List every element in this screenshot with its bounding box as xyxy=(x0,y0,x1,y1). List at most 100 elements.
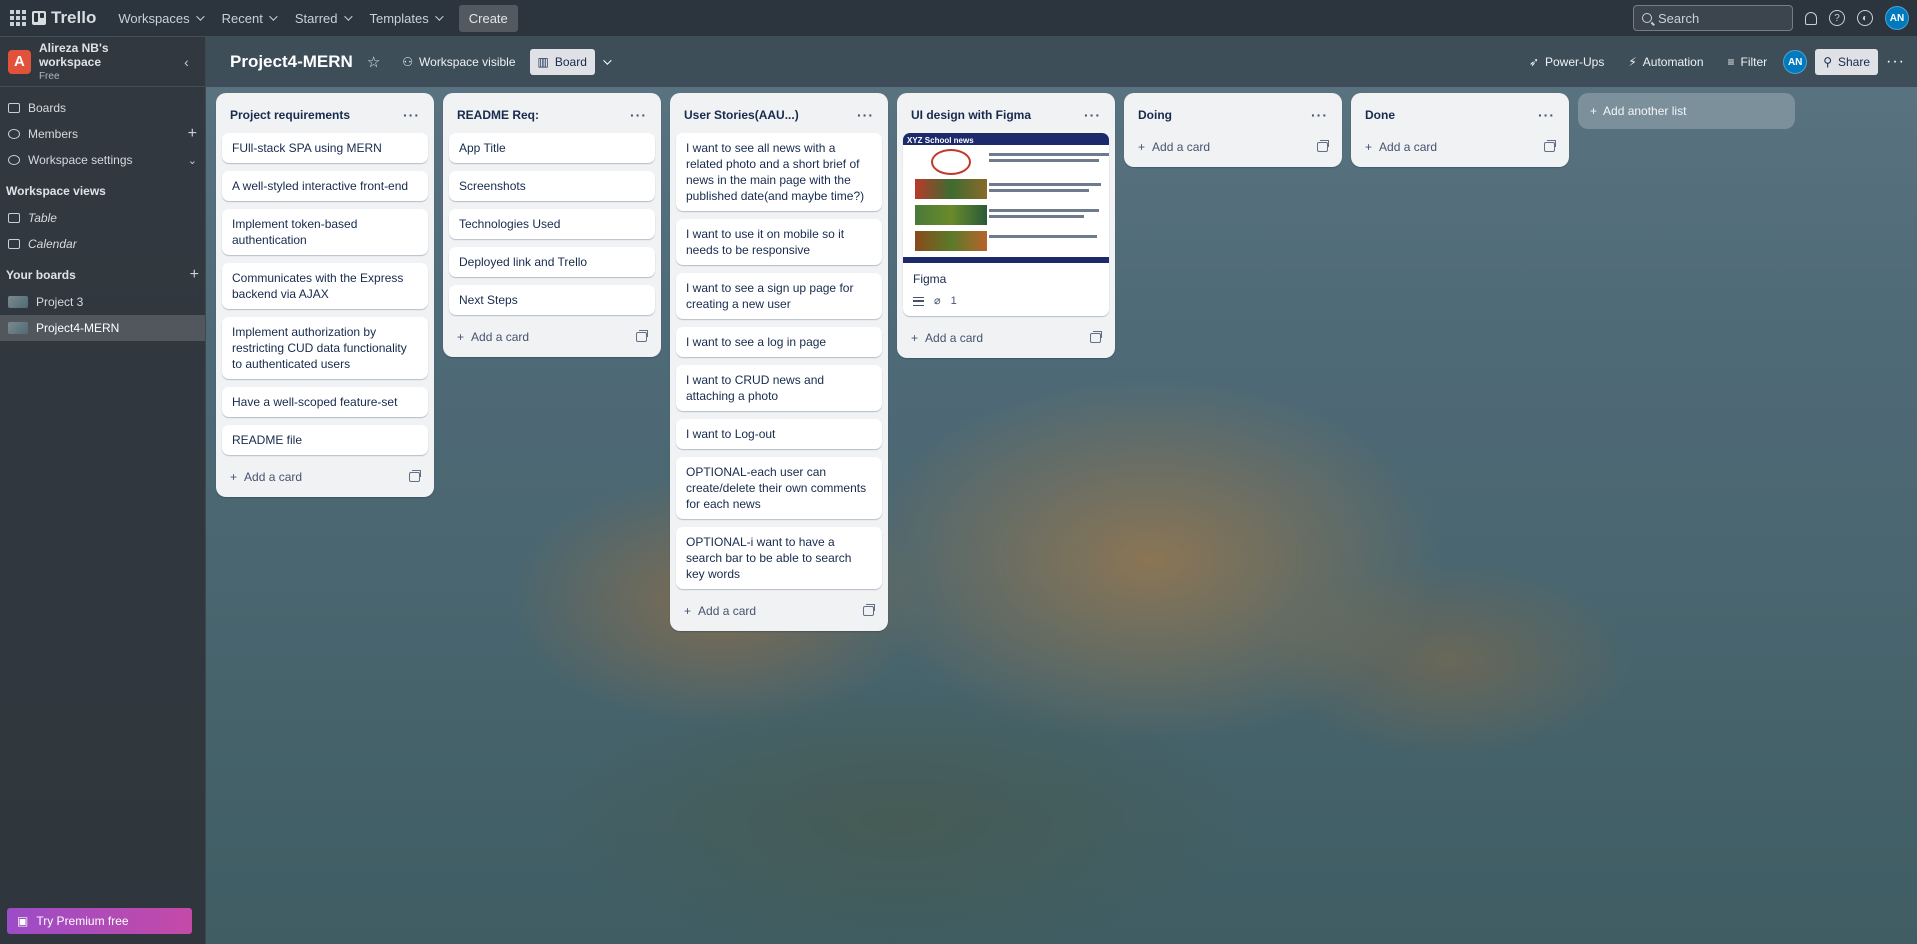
sidebar-item-boards[interactable]: Boards xyxy=(0,95,205,121)
card[interactable]: A well-styled interactive front-end xyxy=(222,171,428,201)
list-title[interactable]: UI design with Figma xyxy=(911,108,1031,122)
add-board-icon[interactable]: + xyxy=(190,266,199,284)
collapse-sidebar-icon[interactable]: ‹ xyxy=(176,54,197,70)
cover-text-line xyxy=(989,209,1099,212)
list-menu-icon[interactable]: ··· xyxy=(630,107,647,123)
card[interactable]: README file xyxy=(222,425,428,455)
sidebar-item-members[interactable]: Members + xyxy=(0,121,205,147)
sidebar-item-workspace-settings[interactable]: Workspace settings ⌄ xyxy=(0,147,205,173)
board-menu-icon[interactable]: ··· xyxy=(1886,53,1905,71)
sidebar-board-project4-mern[interactable]: Project4-MERN xyxy=(0,315,205,341)
workspace-sidebar: A Alireza NB's workspace Free ‹ Boards M… xyxy=(0,37,206,944)
workspace-name[interactable]: Alireza NB's workspace xyxy=(39,41,168,69)
search-input[interactable]: Search xyxy=(1633,5,1793,31)
sidebar-board-project-3[interactable]: Project 3 xyxy=(0,289,205,315)
list-menu-icon[interactable]: ··· xyxy=(1538,107,1555,123)
board-view-label: Board xyxy=(554,55,587,69)
list-user-stories: User Stories(AAU...) ··· I want to see a… xyxy=(670,93,888,631)
power-ups-label: Power-Ups xyxy=(1545,55,1605,69)
theme-icon[interactable]: ◐ xyxy=(1857,10,1873,26)
card-template-icon[interactable] xyxy=(636,330,648,342)
plus-icon: + xyxy=(911,331,919,345)
workspace-badge[interactable]: A xyxy=(8,49,31,74)
card[interactable]: OPTIONAL-each user can create/delete the… xyxy=(676,457,882,519)
board-title[interactable]: Project4-MERN xyxy=(230,52,353,72)
your-boards-heading: Your boards + xyxy=(0,261,205,289)
create-button[interactable]: Create xyxy=(458,4,518,32)
card[interactable]: I want to see all news with a related ph… xyxy=(676,133,882,211)
list-header[interactable]: Doing ··· xyxy=(1130,97,1336,133)
board-member-avatar[interactable]: AN xyxy=(1783,50,1808,74)
trello-logo[interactable]: Trello xyxy=(32,8,96,28)
try-premium-button[interactable]: ▣ Try Premium free xyxy=(7,908,192,934)
sidebar-item-label: Calendar xyxy=(28,237,77,251)
figma-card[interactable]: XYZ School news Figma ⌀ 1 xyxy=(903,133,1109,316)
list-header[interactable]: README Req: ··· xyxy=(449,97,655,133)
card-template-icon[interactable] xyxy=(863,604,875,616)
star-icon[interactable]: ☆ xyxy=(367,53,380,71)
card-template-icon[interactable] xyxy=(1317,140,1329,152)
card[interactable]: Deployed link and Trello xyxy=(449,247,655,277)
add-another-list-button[interactable]: + Add another list xyxy=(1578,93,1795,129)
card-template-icon[interactable] xyxy=(409,470,421,482)
filter-button[interactable]: ≡ Filter xyxy=(1720,49,1776,75)
card[interactable]: Implement authorization by restricting C… xyxy=(222,317,428,379)
card[interactable]: Implement token-based authentication xyxy=(222,209,428,255)
visibility-button[interactable]: ⚇ Workspace visible xyxy=(394,49,523,75)
card-template-icon[interactable] xyxy=(1544,140,1556,152)
card[interactable]: App Title xyxy=(449,133,655,163)
list-header[interactable]: Project requirements ··· xyxy=(222,97,428,133)
share-button[interactable]: ⚲ Share xyxy=(1815,49,1879,75)
sidebar-item-label: Project 3 xyxy=(36,295,84,309)
views-dropdown[interactable] xyxy=(595,53,617,71)
app-switcher-icon[interactable] xyxy=(10,10,26,26)
nav-recent[interactable]: Recent xyxy=(212,5,285,32)
card[interactable]: OPTIONAL-i want to have a search bar to … xyxy=(676,527,882,589)
sidebar-item-calendar[interactable]: Calendar xyxy=(0,231,205,257)
notifications-bell-icon[interactable] xyxy=(1805,11,1817,25)
nav-workspaces[interactable]: Workspaces xyxy=(108,5,211,32)
section-label: Your boards xyxy=(6,268,76,282)
add-card-button[interactable]: + Add a card xyxy=(222,463,428,491)
plus-icon: + xyxy=(1365,140,1373,154)
add-card-button[interactable]: + Add a card xyxy=(676,597,882,625)
list-title[interactable]: Project requirements xyxy=(230,108,350,122)
list-header[interactable]: UI design with Figma ··· xyxy=(903,97,1109,133)
list-title[interactable]: User Stories(AAU...) xyxy=(684,108,799,122)
user-avatar[interactable]: AN xyxy=(1885,6,1909,30)
card[interactable]: I want to Log-out xyxy=(676,419,882,449)
add-member-icon[interactable]: + xyxy=(188,125,197,143)
add-card-button[interactable]: + Add a card xyxy=(1130,133,1336,161)
list-menu-icon[interactable]: ··· xyxy=(403,107,420,123)
list-menu-icon[interactable]: ··· xyxy=(1084,107,1101,123)
card[interactable]: FUll-stack SPA using MERN xyxy=(222,133,428,163)
add-card-button[interactable]: + Add a card xyxy=(903,324,1109,352)
card[interactable]: I want to CRUD news and attaching a phot… xyxy=(676,365,882,411)
list-title[interactable]: Done xyxy=(1365,108,1395,122)
automation-button[interactable]: ⚡ Automation xyxy=(1620,49,1711,75)
board-view-button[interactable]: ▥ Board xyxy=(529,49,595,75)
card[interactable]: I want to see a log in page xyxy=(676,327,882,357)
sidebar-item-table[interactable]: Table xyxy=(0,205,205,231)
list-menu-icon[interactable]: ··· xyxy=(1311,107,1328,123)
nav-starred[interactable]: Starred xyxy=(285,5,360,32)
power-ups-button[interactable]: ➶ Power-Ups xyxy=(1521,49,1612,75)
list-title[interactable]: Doing xyxy=(1138,108,1172,122)
list-header[interactable]: User Stories(AAU...) ··· xyxy=(676,97,882,133)
add-card-button[interactable]: + Add a card xyxy=(1357,133,1563,161)
help-icon[interactable]: ? xyxy=(1829,10,1845,26)
card[interactable]: Screenshots xyxy=(449,171,655,201)
card[interactable]: Communicates with the Express backend vi… xyxy=(222,263,428,309)
card[interactable]: Technologies Used xyxy=(449,209,655,239)
list-menu-icon[interactable]: ··· xyxy=(857,107,874,123)
nav-templates[interactable]: Templates xyxy=(360,5,451,32)
cover-text-line xyxy=(989,159,1099,162)
card[interactable]: I want to see a sign up page for creatin… xyxy=(676,273,882,319)
card-template-icon[interactable] xyxy=(1090,331,1102,343)
card[interactable]: Next Steps xyxy=(449,285,655,315)
add-card-button[interactable]: + Add a card xyxy=(449,323,655,351)
list-title[interactable]: README Req: xyxy=(457,108,539,122)
card[interactable]: Have a well-scoped feature-set xyxy=(222,387,428,417)
card[interactable]: I want to use it on mobile so it needs t… xyxy=(676,219,882,265)
list-header[interactable]: Done ··· xyxy=(1357,97,1563,133)
